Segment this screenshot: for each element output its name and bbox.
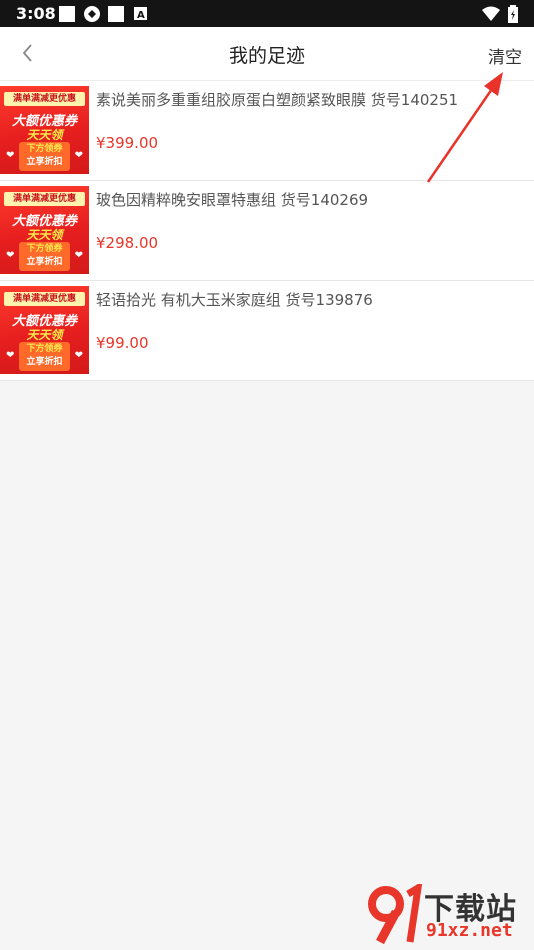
watermark-url: 91xz.net — [426, 920, 513, 941]
annotation-arrow — [426, 72, 503, 183]
watermark-logo: 下载站 91xz.net — [366, 884, 526, 944]
logo-91-icon — [368, 884, 423, 944]
